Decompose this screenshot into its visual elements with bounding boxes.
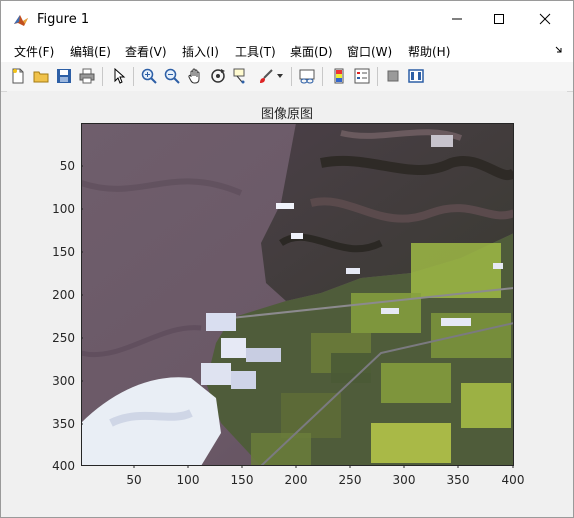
bright-patch: [291, 233, 303, 239]
minimize-icon: [452, 18, 462, 20]
menu-window[interactable]: 窗口(W): [347, 43, 392, 60]
new-figure-button[interactable]: [9, 67, 27, 85]
bright-patch: [201, 363, 231, 385]
dock-arrow-icon[interactable]: [555, 46, 563, 54]
menu-tools[interactable]: 工具(T): [235, 43, 276, 60]
bright-patch: [206, 313, 236, 331]
new-figure-icon: [12, 68, 24, 84]
field: [411, 243, 501, 298]
print-icon: [79, 68, 95, 84]
bright-patch: [231, 371, 256, 389]
pan-button[interactable]: [186, 67, 204, 85]
y-tick-label: 400: [52, 459, 75, 473]
window-title: Figure 1: [37, 12, 90, 27]
rotate-3d-icon: [211, 69, 225, 83]
toolbar-separator: [291, 67, 292, 86]
toolbar-separator: [322, 67, 323, 86]
x-tick-label: 400: [501, 473, 525, 487]
open-file-button[interactable]: [32, 67, 50, 85]
figure-toolbar: [1, 62, 573, 92]
brush-dropdown-icon: [277, 74, 283, 78]
pointer-icon: [114, 68, 126, 84]
legend-icon: [354, 68, 370, 84]
close-button[interactable]: [522, 1, 568, 37]
x-tick-label: 100: [176, 473, 200, 487]
menu-file[interactable]: 文件(F): [14, 43, 54, 60]
bright-patch: [246, 348, 281, 362]
x-tick-label: 300: [392, 473, 416, 487]
save-button[interactable]: [55, 67, 73, 85]
legend-button[interactable]: [353, 67, 371, 85]
axes-title: 图像原图: [260, 107, 313, 122]
x-tick-label: 200: [284, 473, 308, 487]
show-plot-tools-icon: [408, 69, 424, 83]
colorbar-icon: [334, 68, 344, 84]
bright-patch: [431, 135, 453, 147]
toolbar-separator: [377, 67, 378, 86]
close-icon: [539, 13, 551, 25]
zoom-out-icon: [164, 68, 180, 84]
title-bar: Figure 1: [1, 1, 573, 37]
bright-patch: [493, 263, 503, 269]
y-tick-label: 200: [52, 288, 75, 302]
bright-patch: [276, 203, 294, 209]
toolbar-separator: [102, 67, 103, 86]
rotate-3d-button[interactable]: [209, 67, 227, 85]
menu-help[interactable]: 帮助(H): [408, 43, 450, 60]
hide-plot-tools-icon: [387, 70, 399, 82]
menu-desktop[interactable]: 桌面(D): [290, 43, 333, 60]
maximize-icon: [494, 14, 504, 24]
y-tick-label: 350: [52, 417, 75, 431]
y-tick-label: 100: [52, 202, 75, 216]
field: [461, 383, 511, 428]
brush-dropdown-button[interactable]: [275, 67, 285, 85]
x-tick-label: 250: [338, 473, 362, 487]
toolbar-separator: [133, 67, 134, 86]
x-tick-label: 350: [446, 473, 470, 487]
bright-patch: [346, 268, 360, 274]
x-tick-label: 150: [230, 473, 254, 487]
pointer-button[interactable]: [110, 67, 128, 85]
x-tick-marks: [133, 465, 514, 468]
show-plot-tools-button[interactable]: [407, 67, 425, 85]
matlab-logo-icon: [13, 12, 29, 28]
print-button[interactable]: [78, 67, 96, 85]
brush-button[interactable]: [257, 67, 275, 85]
x-tick-label: 50: [126, 473, 142, 487]
data-cursor-button[interactable]: [232, 67, 250, 85]
minimize-button[interactable]: [434, 1, 480, 37]
bright-patch: [441, 318, 471, 326]
menu-view[interactable]: 查看(V): [125, 43, 167, 60]
pan-hand-icon: [188, 68, 200, 84]
bright-patch: [381, 308, 399, 314]
bright-patch: [221, 338, 246, 358]
zoom-in-icon: [141, 68, 157, 84]
menu-edit[interactable]: 编辑(E): [70, 43, 111, 60]
link-plot-icon: [299, 69, 315, 84]
data-cursor-icon: [233, 68, 245, 84]
y-tick-label: 250: [52, 331, 75, 345]
menu-bar: 文件(F) 编辑(E) 查看(V) 插入(I) 工具(T) 桌面(D) 窗口(W…: [1, 37, 573, 62]
link-plot-button[interactable]: [298, 67, 316, 85]
open-file-icon: [33, 71, 49, 83]
hide-plot-tools-button[interactable]: [384, 67, 402, 85]
zoom-in-button[interactable]: [140, 67, 158, 85]
menu-insert[interactable]: 插入(I): [182, 43, 219, 60]
satellite-image[interactable]: [81, 123, 514, 466]
zoom-out-button[interactable]: [163, 67, 181, 85]
y-tick-label: 300: [52, 374, 75, 388]
y-tick-label: 150: [52, 245, 75, 259]
colorbar-button[interactable]: [330, 67, 348, 85]
brush-icon: [260, 69, 273, 83]
y-tick-marks: [81, 165, 83, 466]
field: [371, 423, 451, 463]
field: [251, 433, 311, 466]
maximize-button[interactable]: [476, 1, 522, 37]
save-icon: [57, 69, 71, 83]
field: [381, 363, 451, 403]
y-tick-label: 50: [59, 159, 75, 173]
